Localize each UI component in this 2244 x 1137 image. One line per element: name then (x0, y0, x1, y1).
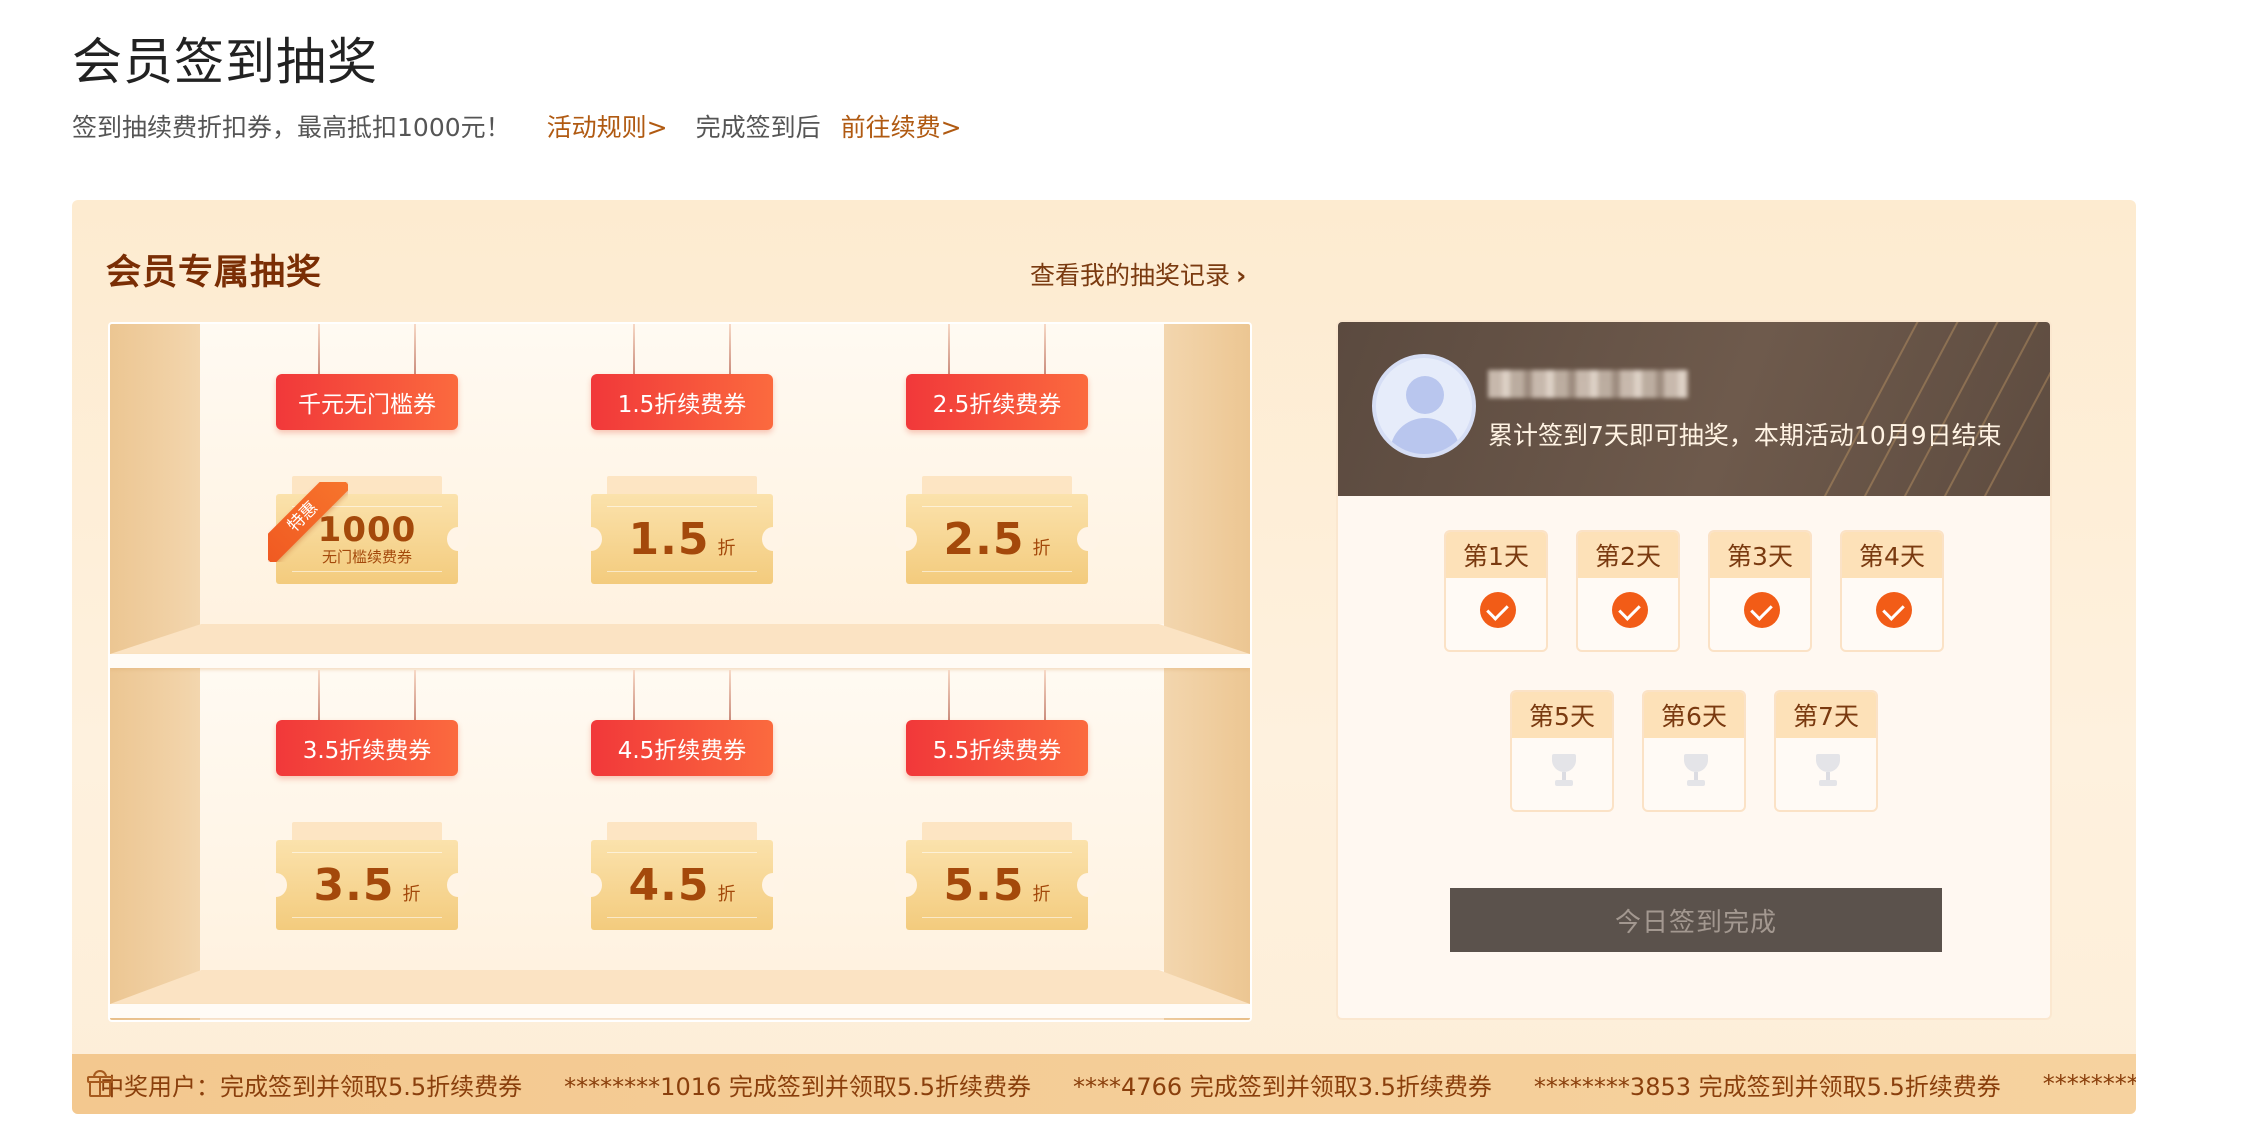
day-label: 第5天 (1512, 692, 1612, 738)
special-offer-badge: 特惠 (268, 482, 348, 562)
day-card: 第6天 (1642, 690, 1746, 812)
signin-card: 累计签到7天即可抽奖，本期活动10月9日结束 第1天 第2天 第3天 第4天 第… (1336, 320, 2052, 1020)
ticker-item: ********3853 完成签到并领取5.5折续费券 (1533, 1072, 2001, 1101)
prize-item: 5.5折续费券 5.5 折 (895, 670, 1099, 940)
day-card: 第3天 (1708, 530, 1812, 652)
prize-item: 2.5折续费券 2.5 折 (895, 324, 1099, 594)
trophy-icon (1680, 754, 1712, 790)
badge-label: 特惠 (268, 482, 348, 562)
check-circle-icon (1876, 592, 1912, 628)
renew-link[interactable]: 前往续费> (841, 108, 962, 144)
ticket-back (922, 476, 1072, 496)
ticket-back (607, 476, 757, 496)
signin-header: 累计签到7天即可抽奖，本期活动10月9日结束 (1338, 322, 2050, 496)
signin-description: 累计签到7天即可抽奖，本期活动10月9日结束 (1488, 421, 2002, 450)
prize-item: 4.5折续费券 4.5 折 (580, 670, 784, 940)
signin-done-button[interactable]: 今日签到完成 (1450, 888, 1942, 952)
day-card: 第5天 (1510, 690, 1614, 812)
subtitle-text: 签到抽续费折扣券，最高抵扣1000元！ (72, 113, 511, 142)
shelf-side-right (1164, 324, 1250, 1020)
day-label: 第6天 (1644, 692, 1744, 738)
chevron-right-icon: › (1236, 261, 1247, 290)
ticket-back (292, 822, 442, 842)
day-label: 第7天 (1776, 692, 1876, 738)
lottery-title: 会员专属抽奖 (106, 253, 323, 293)
rules-link[interactable]: 活动规则> (547, 108, 668, 144)
hanging-strings (906, 324, 1088, 376)
day-label: 第2天 (1578, 532, 1678, 578)
prize-tag: 4.5折续费券 (591, 720, 773, 776)
check-circle-icon (1612, 592, 1648, 628)
hanging-strings (906, 670, 1088, 722)
hanging-strings (276, 324, 458, 376)
ticker-item: ****4766 完成签到并领取3.5折续费券 (1073, 1072, 1492, 1101)
lottery-record-link[interactable]: 查看我的抽奖记录 › (1030, 256, 1246, 292)
day-card: 第7天 (1774, 690, 1878, 812)
prize-ticket: 2.5 折 (895, 494, 1099, 584)
day-card: 第2天 (1576, 530, 1680, 652)
prize-item: 1.5折续费券 1.5 折 (580, 324, 784, 594)
ticker-item: 中奖用户：完成签到并领取5.5折续费券 (100, 1072, 523, 1101)
prize-shelf: 千元无门槛券 1000 无门槛续费券 特惠 1.5折续费券 1.5 折 2.5折… (108, 322, 1252, 1022)
day-label: 第4天 (1842, 532, 1942, 578)
subtitle-row: 签到抽续费折扣券，最高抵扣1000元！ 活动规则> 完成签到后 前往续费> (72, 108, 962, 144)
day-card: 第4天 (1840, 530, 1944, 652)
hanging-strings (276, 670, 458, 722)
prize-ticket: 5.5 折 (895, 840, 1099, 930)
ticker-item: ********1016 完成签到并领取5.5折续费券 (564, 1072, 1032, 1101)
lottery-panel: 会员专属抽奖 查看我的抽奖记录 › 千元无门槛券 1000 无门槛续费券 特惠 1… (72, 200, 2136, 1114)
ticket-back (922, 822, 1072, 842)
day-label: 第3天 (1710, 532, 1810, 578)
day-label: 第1天 (1446, 532, 1546, 578)
shelf-floor-top (110, 624, 1250, 654)
ticket-back (607, 822, 757, 842)
prize-tag: 千元无门槛券 (276, 374, 458, 430)
prize-item: 3.5折续费券 3.5 折 (265, 670, 469, 940)
prize-ticket: 4.5 折 (580, 840, 784, 930)
trophy-icon (1812, 754, 1844, 790)
day-card: 第1天 (1444, 530, 1548, 652)
check-circle-icon (1744, 592, 1780, 628)
avatar (1372, 354, 1476, 458)
prize-tag: 5.5折续费券 (906, 720, 1088, 776)
ticker-item: ********364 (2042, 1070, 2136, 1098)
shelf-plank-bottom (110, 1004, 1250, 1018)
shelf-plank-top (110, 654, 1250, 668)
prize-ticket: 3.5 折 (265, 840, 469, 930)
prize-item: 千元无门槛券 1000 无门槛续费券 特惠 (265, 324, 469, 594)
record-link-label: 查看我的抽奖记录 (1030, 261, 1231, 290)
check-circle-icon (1480, 592, 1516, 628)
prize-tag: 3.5折续费券 (276, 720, 458, 776)
page-title: 会员签到抽奖 (72, 33, 378, 91)
shelf-side-left (110, 324, 200, 1020)
prize-tag: 2.5折续费券 (906, 374, 1088, 430)
shelf-floor-bottom (110, 970, 1250, 1004)
after-signin-text: 完成签到后 (695, 113, 821, 142)
username-blurred (1488, 370, 1688, 398)
winners-ticker: 中奖用户：完成签到并领取5.5折续费券 ********1016 完成签到并领取… (72, 1054, 2136, 1114)
hanging-strings (591, 324, 773, 376)
hanging-strings (591, 670, 773, 722)
prize-tag: 1.5折续费券 (591, 374, 773, 430)
prize-ticket: 1.5 折 (580, 494, 784, 584)
trophy-icon (1548, 754, 1580, 790)
